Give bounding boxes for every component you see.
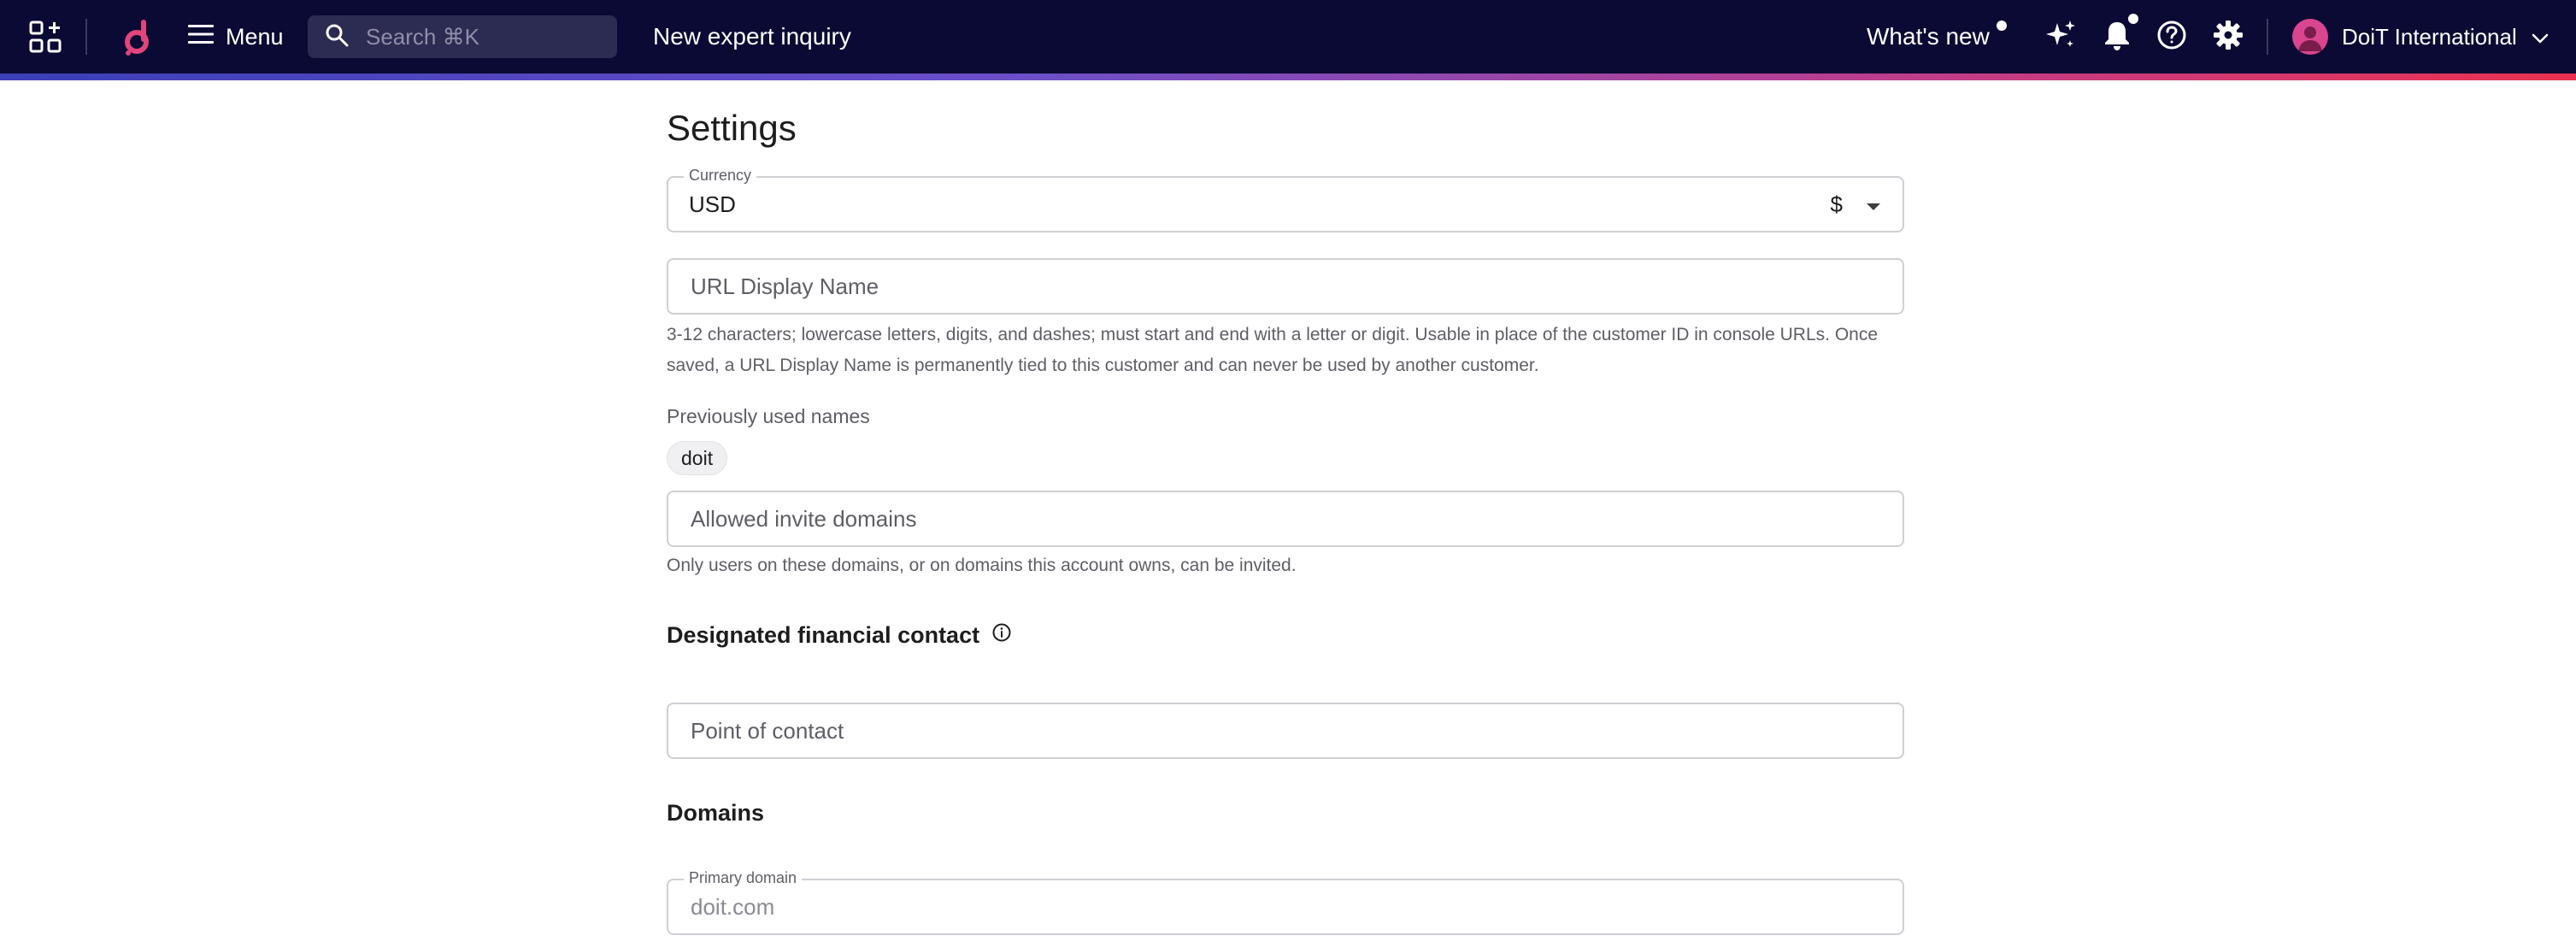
hamburger-menu-icon <box>188 24 214 50</box>
primary-domain-label: Primary domain <box>684 869 803 887</box>
topbar-divider <box>85 19 87 55</box>
chevron-down-icon <box>2531 24 2550 50</box>
settings-heading: Settings <box>667 108 797 148</box>
dropdown-arrow-icon <box>1865 191 1882 218</box>
previous-name-chip[interactable]: doit <box>667 441 728 475</box>
ai-assistant-button[interactable] <box>2041 17 2080 56</box>
help-circle-icon <box>2156 20 2187 55</box>
help-button[interactable] <box>2152 17 2191 56</box>
point-of-contact-field[interactable] <box>667 703 1904 759</box>
topbar-divider <box>2267 19 2268 55</box>
account-switcher[interactable]: DoiT International <box>2292 15 2550 58</box>
apps-grid-icon[interactable] <box>26 17 65 56</box>
allowed-invite-domains-field[interactable] <box>667 491 1904 547</box>
currency-select[interactable]: Currency USD $ <box>667 167 1904 232</box>
doit-logo-icon[interactable] <box>118 15 161 58</box>
url-display-name-helper: 3-12 characters; lowercase letters, digi… <box>667 325 1879 375</box>
currency-symbol: $ <box>1830 191 1843 217</box>
previously-used-names-label: Previously used names <box>667 405 870 427</box>
currency-label: Currency <box>684 167 757 185</box>
gear-icon <box>2213 20 2244 55</box>
financial-contact-title: Designated financial contact <box>667 622 980 648</box>
currency-value: USD <box>689 191 736 217</box>
avatar <box>2292 19 2328 55</box>
allowed-invite-domains-input[interactable] <box>689 504 1882 533</box>
whats-new-button[interactable]: What's new <box>1867 15 2007 58</box>
bell-icon <box>2102 19 2132 56</box>
notifications-button[interactable] <box>2097 14 2138 56</box>
info-icon[interactable] <box>991 622 1012 649</box>
menu-label: Menu <box>226 23 284 50</box>
search-input[interactable] <box>364 22 603 51</box>
financial-contact-heading: Designated financial contact <box>667 622 1012 649</box>
notification-dot <box>2128 14 2138 24</box>
url-display-name-field[interactable] <box>667 258 1904 315</box>
point-of-contact-input[interactable] <box>689 716 1882 745</box>
settings-button[interactable] <box>2208 17 2248 56</box>
menu-button[interactable]: Menu <box>183 15 289 58</box>
page-title: New expert inquiry <box>653 23 851 50</box>
primary-domain-input[interactable] <box>689 892 1882 921</box>
allowed-invite-domains-helper: Only users on these domains, or on domai… <box>667 556 1297 575</box>
domains-heading: Domains <box>667 800 765 826</box>
sparkle-ai-icon <box>2044 18 2078 56</box>
top-navigation-bar: Menu New expert inquiry What's new <box>0 0 2576 74</box>
url-display-name-input[interactable] <box>689 272 1882 301</box>
account-name: DoiT International <box>2342 23 2517 50</box>
global-search[interactable] <box>308 15 617 58</box>
search-icon <box>325 23 349 51</box>
whats-new-label: What's new <box>1867 23 1990 50</box>
notification-dot <box>1996 21 2007 31</box>
primary-domain-field[interactable]: Primary domain <box>667 869 1904 935</box>
topbar-accent-stripe <box>0 74 2576 80</box>
